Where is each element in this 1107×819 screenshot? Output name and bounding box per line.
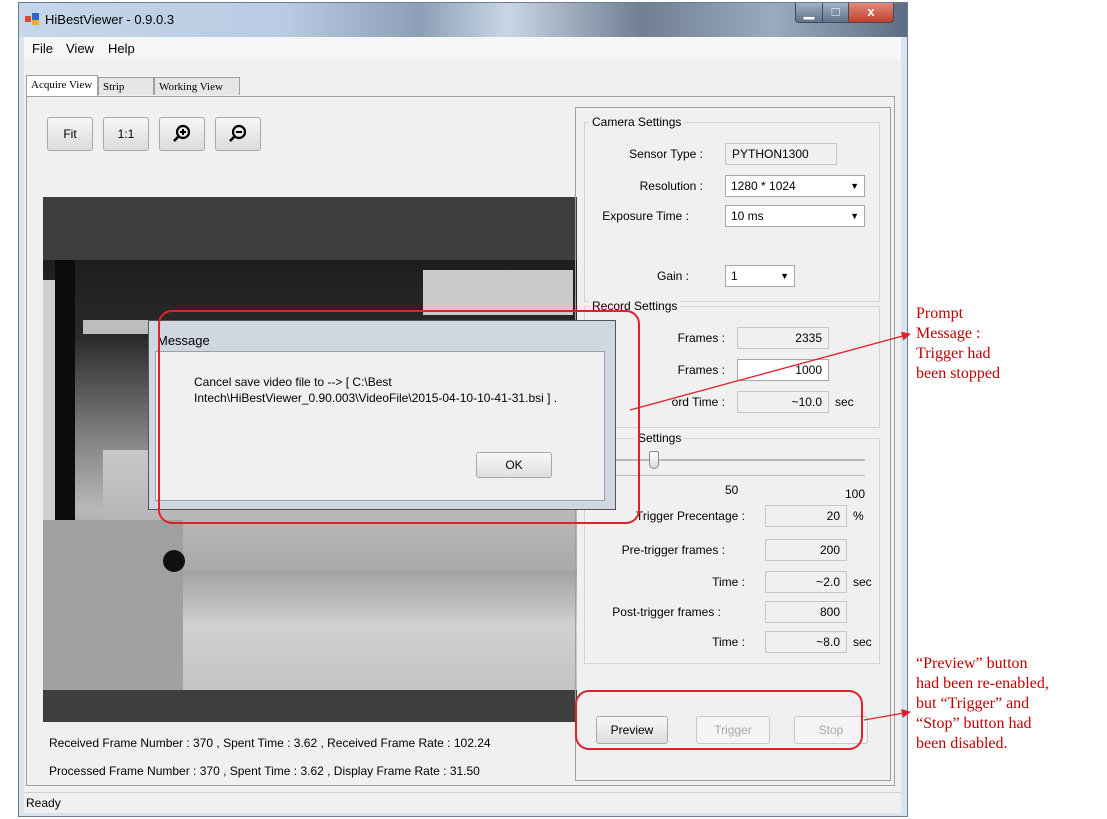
annotation-line: been disabled.	[916, 735, 1008, 752]
annotation-line: Message :	[916, 325, 981, 342]
annotation-line: Trigger had	[916, 345, 991, 362]
annotation-line: “Preview” button	[916, 655, 1028, 672]
annotation-line: Prompt	[916, 305, 964, 322]
annotation-line: had been re-enabled,	[916, 675, 1049, 692]
buttons-annotation: “Preview” button had been re-enabled, bu…	[916, 654, 1049, 754]
prompt-arrow	[629, 331, 911, 411]
annotation-line: been stopped	[916, 365, 1000, 382]
prompt-annotation: Prompt Message : Trigger had been stoppe…	[916, 304, 1000, 384]
annotation-line: “Stop” button had	[916, 715, 1032, 732]
buttons-arrow	[863, 708, 911, 721]
annotation-line: but “Trigger” and	[916, 695, 1030, 712]
